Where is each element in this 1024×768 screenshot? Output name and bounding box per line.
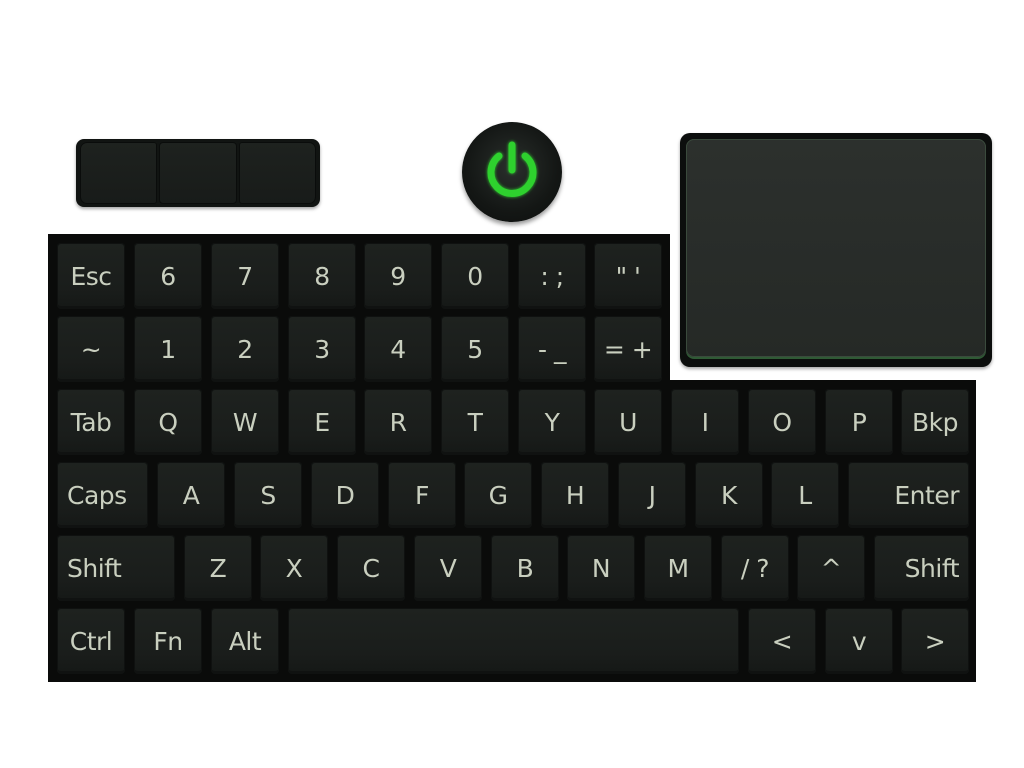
- mouse-button-bar: [76, 139, 320, 207]
- key-z[interactable]: Z: [184, 535, 252, 601]
- key-p[interactable]: P: [825, 389, 893, 455]
- key-enter[interactable]: Enter: [848, 462, 969, 528]
- key-w[interactable]: W: [211, 389, 279, 455]
- key-tab[interactable]: Tab: [57, 389, 125, 455]
- key-b[interactable]: B: [491, 535, 559, 601]
- key-u[interactable]: U: [594, 389, 662, 455]
- key-t[interactable]: T: [441, 389, 509, 455]
- key-shift-left[interactable]: Shift: [57, 535, 175, 601]
- key-n[interactable]: N: [567, 535, 635, 601]
- mouse-right-button[interactable]: [238, 142, 316, 204]
- key-m[interactable]: M: [644, 535, 712, 601]
- key-r[interactable]: R: [364, 389, 432, 455]
- mouse-left-button[interactable]: [80, 142, 158, 204]
- power-icon: [487, 141, 537, 197]
- key-g[interactable]: G: [464, 462, 532, 528]
- key-e[interactable]: E: [288, 389, 356, 455]
- key-right-arrow[interactable]: >: [901, 608, 969, 674]
- key-ctrl[interactable]: Ctrl: [57, 608, 125, 674]
- touchpad-surface[interactable]: [686, 139, 986, 357]
- key-3[interactable]: 3: [288, 316, 356, 382]
- key-up-arrow[interactable]: ^: [797, 535, 865, 601]
- key-space[interactable]: [288, 608, 739, 674]
- key-o[interactable]: O: [748, 389, 816, 455]
- key-1[interactable]: 1: [134, 316, 202, 382]
- key-s[interactable]: S: [234, 462, 302, 528]
- key-q[interactable]: Q: [134, 389, 202, 455]
- key-6[interactable]: 6: [134, 243, 202, 309]
- key-a[interactable]: A: [157, 462, 225, 528]
- touchpad[interactable]: [680, 133, 992, 367]
- key-quote[interactable]: " ': [594, 243, 662, 309]
- key-0[interactable]: 0: [441, 243, 509, 309]
- key-5[interactable]: 5: [441, 316, 509, 382]
- key-colon[interactable]: : ;: [518, 243, 586, 309]
- key-j[interactable]: J: [618, 462, 686, 528]
- mouse-middle-button[interactable]: [159, 142, 237, 204]
- key-fn[interactable]: Fn: [134, 608, 202, 674]
- key-v[interactable]: V: [414, 535, 482, 601]
- key-h[interactable]: H: [541, 462, 609, 528]
- key-down-arrow[interactable]: v: [825, 608, 893, 674]
- key-tilde[interactable]: ~: [57, 316, 125, 382]
- key-f[interactable]: F: [388, 462, 456, 528]
- key-8[interactable]: 8: [288, 243, 356, 309]
- key-backspace[interactable]: Bkp: [901, 389, 969, 455]
- key-2[interactable]: 2: [211, 316, 279, 382]
- key-equals[interactable]: = +: [594, 316, 662, 382]
- key-x[interactable]: X: [260, 535, 328, 601]
- key-c[interactable]: C: [337, 535, 405, 601]
- key-esc[interactable]: Esc: [57, 243, 125, 309]
- key-shift-right[interactable]: Shift: [874, 535, 969, 601]
- key-slash[interactable]: / ?: [721, 535, 789, 601]
- key-d[interactable]: D: [311, 462, 379, 528]
- key-i[interactable]: I: [671, 389, 739, 455]
- key-9[interactable]: 9: [364, 243, 432, 309]
- key-y[interactable]: Y: [518, 389, 586, 455]
- power-button[interactable]: [462, 122, 562, 222]
- key-4[interactable]: 4: [364, 316, 432, 382]
- key-caps[interactable]: Caps: [57, 462, 148, 528]
- key-k[interactable]: K: [695, 462, 763, 528]
- key-alt[interactable]: Alt: [211, 608, 279, 674]
- key-left-arrow[interactable]: <: [748, 608, 816, 674]
- key-7[interactable]: 7: [211, 243, 279, 309]
- key-l[interactable]: L: [771, 462, 839, 528]
- key-minus[interactable]: - _: [518, 316, 586, 382]
